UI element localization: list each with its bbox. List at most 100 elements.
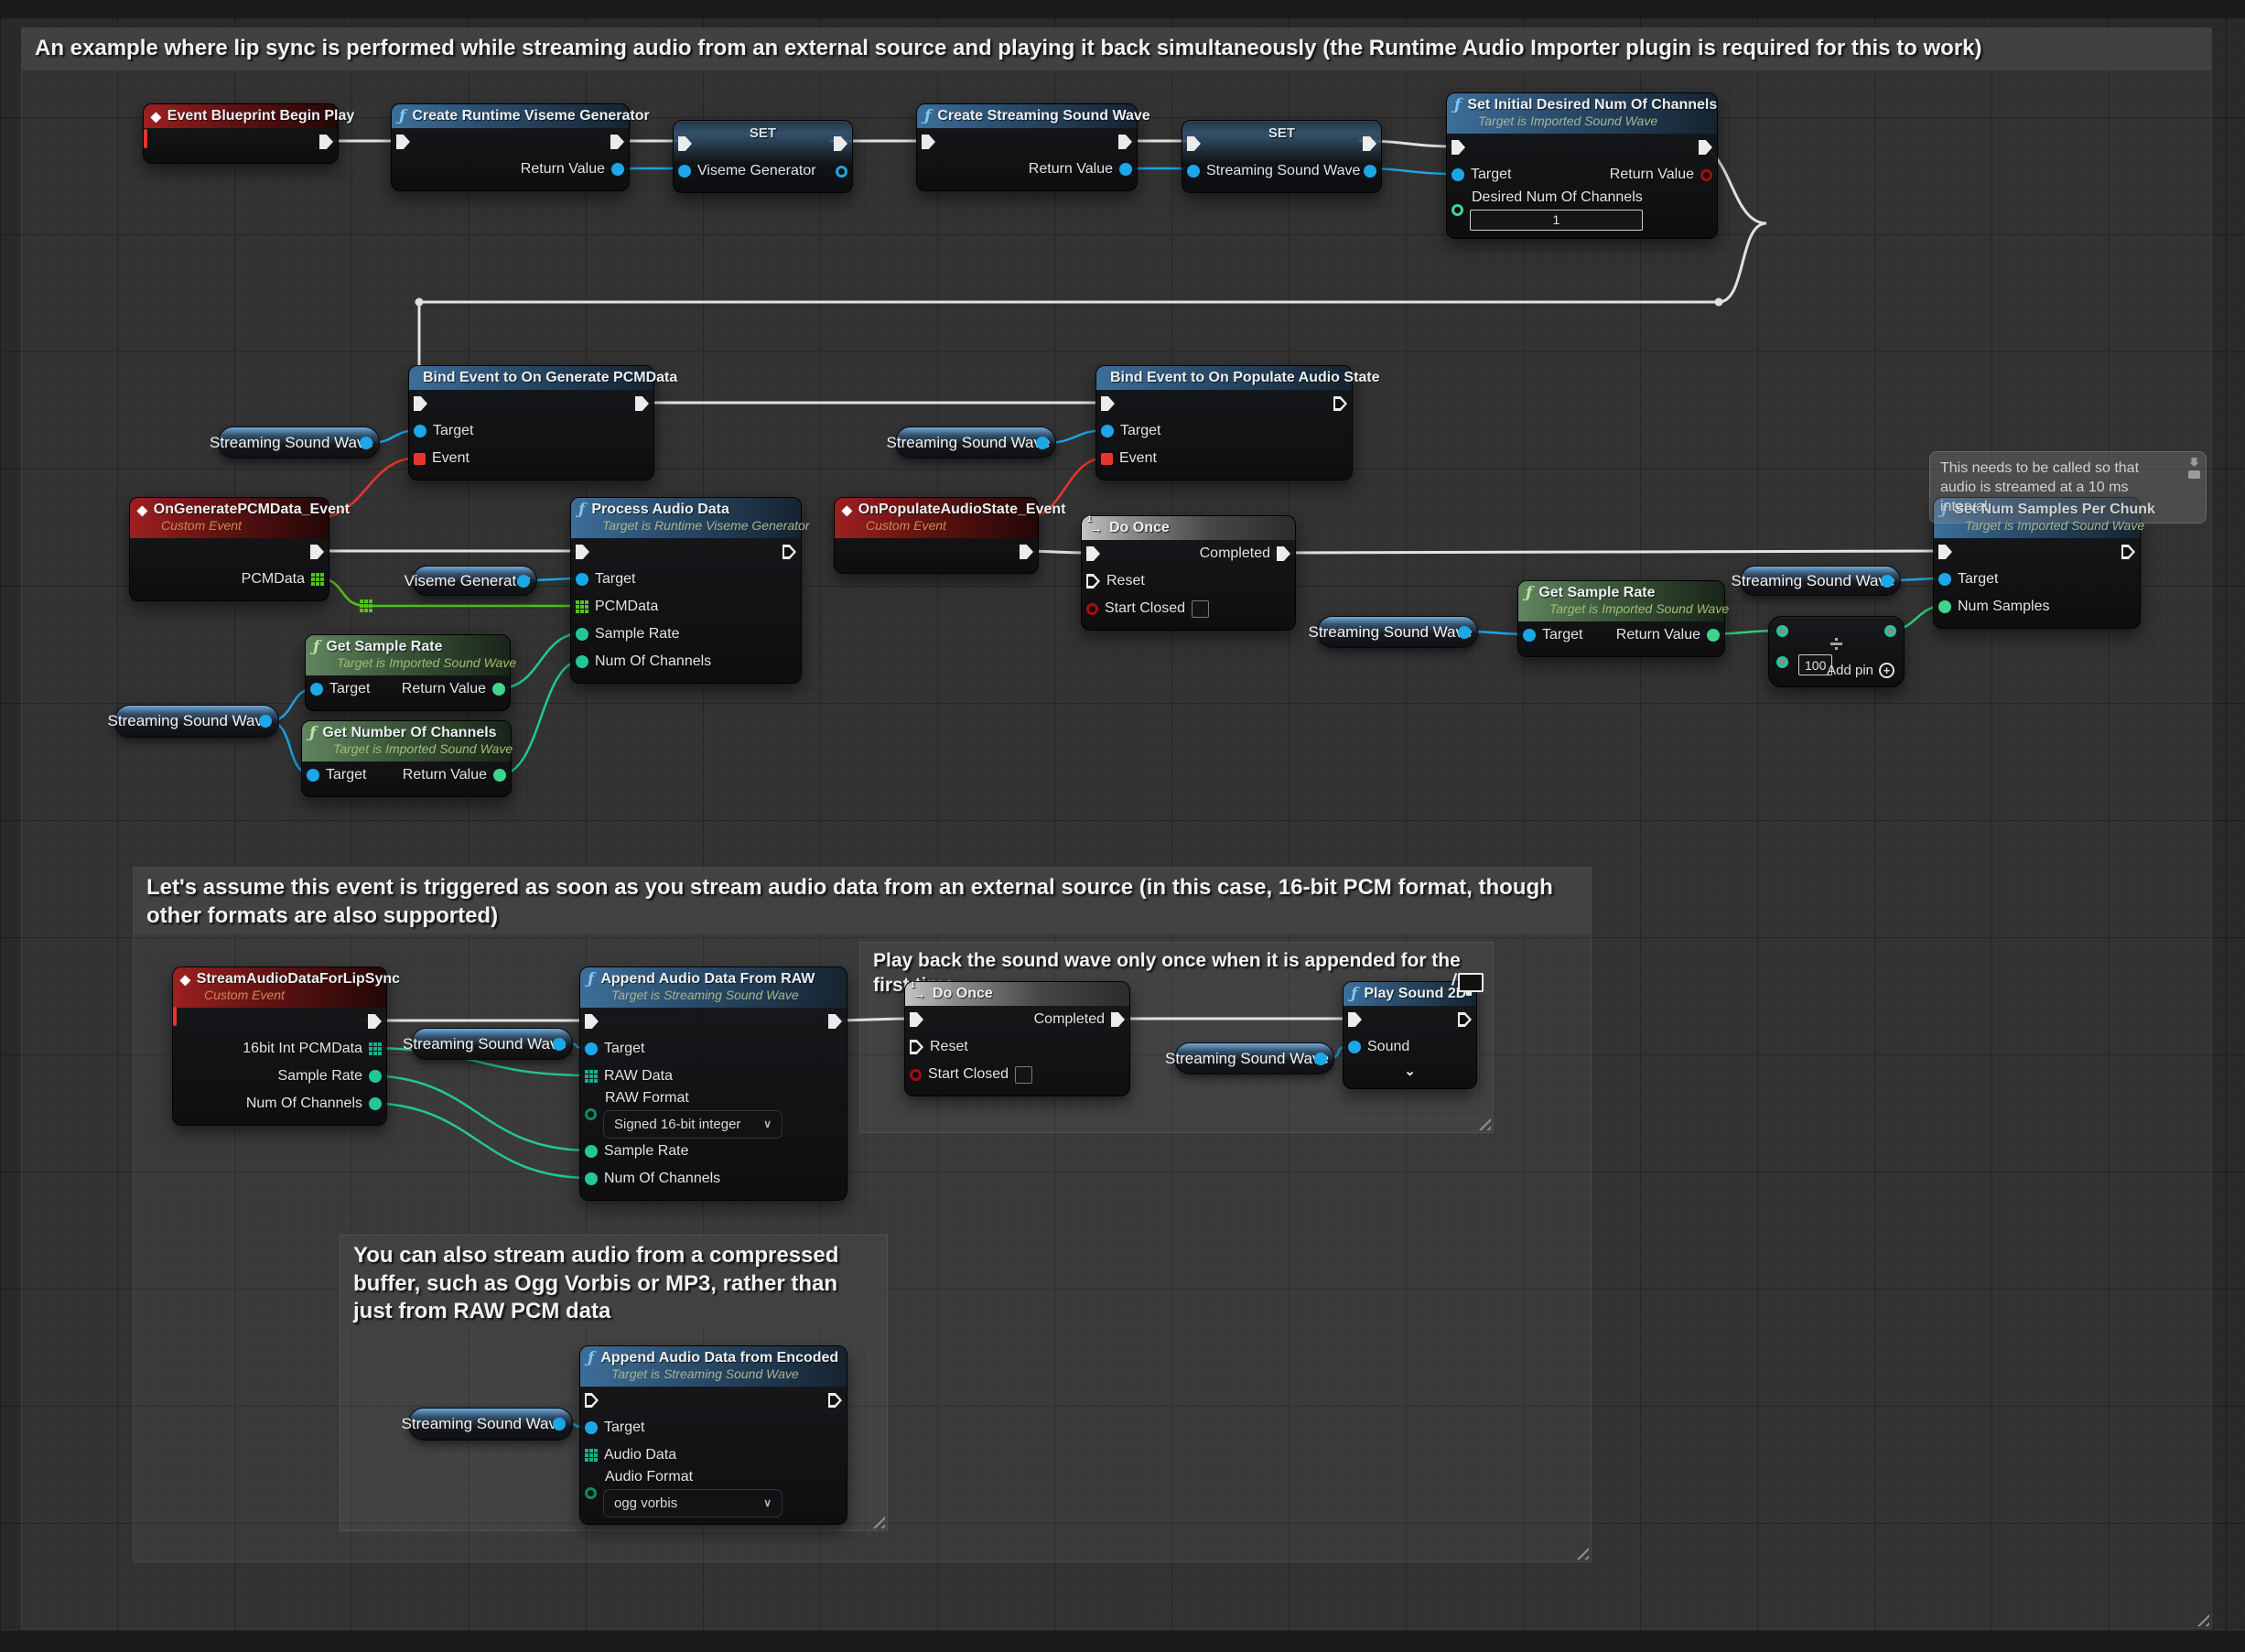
obj-pin[interactable] xyxy=(1036,437,1049,449)
variable-get-pill[interactable]: Streaming Sound Wave xyxy=(218,426,380,459)
node-header[interactable]: ◈StreamAudioDataForLipSyncCustom Event xyxy=(173,967,386,1008)
obj-pin[interactable] xyxy=(1187,165,1200,178)
node-header[interactable]: ƒGet Number Of ChannelsTarget is Importe… xyxy=(302,721,511,761)
note-bubble[interactable]: This needs to be called so that audio is… xyxy=(1929,451,2207,524)
obj-pin[interactable] xyxy=(259,715,272,728)
teal-pin[interactable] xyxy=(585,1145,598,1158)
node-create-runtime-viseme-generator[interactable]: ƒCreate Runtime Viseme GeneratorReturn V… xyxy=(391,103,630,191)
variable-get-pill[interactable]: Streaming Sound Wave xyxy=(895,426,1056,459)
array-pin[interactable] xyxy=(585,1070,598,1083)
teal-pin[interactable] xyxy=(585,1172,598,1185)
add-pin-button[interactable]: Add pin+ xyxy=(1827,663,1894,678)
obj-pin[interactable] xyxy=(576,573,588,586)
variable-get-pill[interactable]: Streaming Sound Wave xyxy=(1740,566,1901,596)
exec-pin[interactable] xyxy=(2121,545,2135,559)
exec-pin[interactable] xyxy=(1938,545,1952,559)
obj-pin[interactable] xyxy=(360,437,372,449)
delegate-pin[interactable] xyxy=(1101,453,1113,465)
node-header[interactable]: ƒPlay Sound 2D xyxy=(1344,982,1476,1006)
checkbox[interactable] xyxy=(1192,600,1209,618)
exec-pin[interactable] xyxy=(1020,545,1033,559)
node-on-populate-audiostate-event[interactable]: ◈OnPopulateAudioState_EventCustom Event xyxy=(834,497,1039,574)
node-append-audio-data-from-encoded[interactable]: ƒAppend Audio Data from EncodedTarget is… xyxy=(579,1345,847,1525)
teal-pin[interactable] xyxy=(576,655,588,668)
exec-pin[interactable] xyxy=(610,135,624,149)
node-header[interactable]: ◈OnPopulateAudioState_EventCustom Event xyxy=(835,498,1038,538)
value-input[interactable]: 1 xyxy=(1470,210,1643,231)
node-do-once-2[interactable]: →1Do OnceCompletedResetStart Closed xyxy=(904,981,1130,1096)
obj-pin[interactable] xyxy=(307,769,319,782)
array-pin[interactable] xyxy=(311,573,324,586)
node-get-sample-rate-1[interactable]: ƒGet Sample RateTarget is Imported Sound… xyxy=(305,634,511,711)
reroute-grid-icon[interactable] xyxy=(364,599,368,603)
exec-pin[interactable] xyxy=(1118,135,1132,149)
exec-pin[interactable] xyxy=(319,135,333,149)
obj-pin[interactable] xyxy=(310,683,323,696)
exec-pin[interactable] xyxy=(828,1014,842,1029)
reroute-dot[interactable] xyxy=(416,298,424,307)
variable-get-pill[interactable]: Streaming Sound Wave xyxy=(1317,616,1478,648)
exec-pin[interactable] xyxy=(910,1040,923,1054)
delegate-pin[interactable] xyxy=(414,453,426,465)
teal-pin[interactable] xyxy=(576,628,588,641)
obj-pin[interactable] xyxy=(553,1418,566,1431)
array-pin[interactable] xyxy=(585,1449,598,1462)
reroute-grid-icon[interactable] xyxy=(369,599,372,603)
node-header[interactable]: →1Do Once xyxy=(905,982,1129,1006)
blueprint-graph-canvas[interactable]: An example where lip sync is performed w… xyxy=(0,0,2245,1652)
node-set-streaming-sound-wave[interactable]: SETStreaming Sound Wave xyxy=(1182,120,1382,193)
exec-pin[interactable] xyxy=(1086,546,1100,561)
node-header[interactable]: ƒSet Initial Desired Num Of ChannelsTarg… xyxy=(1447,93,1717,134)
obj-pin[interactable] xyxy=(678,165,691,178)
green-pin[interactable] xyxy=(493,769,506,782)
exec-pin[interactable] xyxy=(396,135,410,149)
obj-pin[interactable] xyxy=(1458,626,1471,639)
node-append-audio-data-from-raw[interactable]: ƒAppend Audio Data From RAWTarget is Str… xyxy=(579,966,847,1201)
node-header[interactable]: ◈OnGeneratePCMData_EventCustom Event xyxy=(130,498,329,538)
obj-pin[interactable] xyxy=(517,575,530,588)
obj-pin[interactable] xyxy=(1881,575,1894,588)
node-set-initial-desired-num-of-channels[interactable]: ƒSet Initial Desired Num Of ChannelsTarg… xyxy=(1446,92,1718,239)
array-pin[interactable] xyxy=(369,1042,382,1055)
exec-pin[interactable] xyxy=(635,396,649,411)
output-pin[interactable] xyxy=(1884,625,1896,637)
node-header[interactable]: ƒAppend Audio Data from EncodedTarget is… xyxy=(580,1346,847,1387)
obj-pin[interactable] xyxy=(836,166,847,178)
exec-pin[interactable] xyxy=(576,545,589,559)
teal-pin[interactable] xyxy=(369,1070,382,1083)
green-pin[interactable] xyxy=(1452,204,1463,216)
exec-pin[interactable] xyxy=(1458,1012,1472,1027)
exec-pin[interactable] xyxy=(368,1014,382,1029)
chevron-down-icon[interactable]: ⌄ xyxy=(1348,1067,1472,1075)
obj-pin[interactable] xyxy=(1452,168,1464,181)
exec-pin[interactable] xyxy=(1348,1012,1362,1027)
exec-pin[interactable] xyxy=(1363,136,1376,151)
reroute-grid-icon[interactable] xyxy=(360,599,363,603)
reroute-grid-icon[interactable] xyxy=(364,609,368,612)
exec-pin[interactable] xyxy=(585,1393,599,1408)
exec-pin[interactable] xyxy=(1101,396,1115,411)
exec-pin[interactable] xyxy=(1187,136,1201,151)
node-process-audio-data[interactable]: ƒProcess Audio DataTarget is Runtime Vis… xyxy=(570,497,802,684)
reroute-grid-icon[interactable] xyxy=(364,604,368,608)
exec-pin[interactable] xyxy=(1111,1012,1125,1027)
obj-pin[interactable] xyxy=(585,1421,598,1434)
variable-get-pill[interactable]: Streaming Sound Wave xyxy=(408,1408,573,1441)
exec-pin[interactable] xyxy=(1333,396,1347,411)
node-create-streaming-sound-wave[interactable]: ƒCreate Streaming Sound WaveReturn Value xyxy=(916,103,1138,191)
input-pin[interactable] xyxy=(1776,625,1788,637)
reroute-dot[interactable] xyxy=(1715,298,1723,307)
reroute-grid-icon[interactable] xyxy=(369,609,372,612)
obj-pin[interactable] xyxy=(585,1042,598,1055)
node-header[interactable]: Bind Event to On Populate Audio State xyxy=(1096,366,1352,390)
exec-pin[interactable] xyxy=(922,135,935,149)
bool-pin[interactable] xyxy=(1700,169,1712,181)
node-header[interactable]: ƒAppend Audio Data From RAWTarget is Str… xyxy=(580,967,847,1008)
pin-icon[interactable] xyxy=(2190,458,2199,467)
reroute-grid-icon[interactable] xyxy=(369,604,372,608)
array-pin[interactable] xyxy=(576,600,588,613)
node-header[interactable]: ƒCreate Runtime Viseme Generator xyxy=(392,104,629,128)
obj-pin[interactable] xyxy=(1101,425,1114,437)
node-header[interactable]: ƒProcess Audio DataTarget is Runtime Vis… xyxy=(571,498,801,538)
exec-pin[interactable] xyxy=(1086,574,1100,588)
